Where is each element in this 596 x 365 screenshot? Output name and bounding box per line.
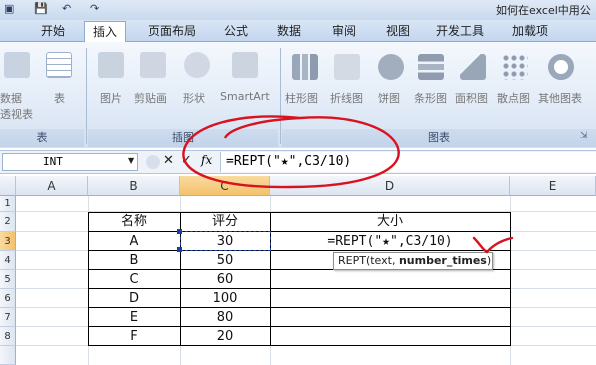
annotation-circle [182, 115, 400, 189]
annotation-overlay [182, 115, 514, 254]
annotation-checkmark [472, 236, 514, 254]
